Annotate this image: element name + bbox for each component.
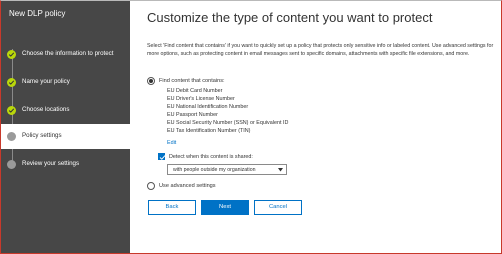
checkmark-icon: [159, 155, 166, 160]
step-label: Choose locations: [22, 106, 70, 113]
cancel-button[interactable]: Cancel: [254, 200, 302, 215]
chevron-down-icon: [278, 168, 283, 172]
step-label: Review your settings: [22, 160, 80, 167]
step-label: Name your policy: [22, 78, 70, 85]
step-choose-locations[interactable]: Choose locations: [1, 98, 130, 123]
current-step-icon: [7, 132, 16, 141]
page-description: Select 'Find content that contains' if y…: [147, 43, 494, 58]
step-label: Choose the information to protect: [22, 50, 114, 57]
info-type-item: EU National Identification Number: [167, 104, 249, 110]
step-label: Policy settings: [22, 132, 62, 139]
detect-shared-checkbox[interactable]: [158, 153, 166, 160]
info-type-item: EU Debit Card Number: [167, 88, 223, 94]
wizard-sidebar: New DLP policy Choose the information to…: [1, 1, 130, 253]
step-choose-information[interactable]: Choose the information to protect: [1, 42, 130, 67]
info-type-item: EU Social Security Number (SSN) or Equiv…: [167, 120, 289, 126]
advanced-settings-label: Use advanced settings: [159, 183, 216, 189]
back-button[interactable]: Back: [148, 200, 196, 215]
dropdown-value: with people outside my organization: [173, 167, 256, 173]
step-name-policy[interactable]: Name your policy: [1, 70, 130, 95]
checkmark-icon: [7, 50, 16, 59]
page-title: Customize the type of content you want t…: [147, 10, 433, 25]
advanced-settings-radio[interactable]: [147, 182, 155, 190]
find-content-label: Find content that contains:: [159, 78, 225, 84]
sharing-scope-dropdown[interactable]: with people outside my organization: [167, 164, 287, 175]
wizard-title: New DLP policy: [9, 9, 66, 18]
info-type-item: EU Tax Identification Number (TIN): [167, 128, 251, 134]
edit-link[interactable]: Edit: [167, 140, 176, 146]
info-type-item: EU Driver's License Number: [167, 96, 235, 102]
info-type-item: EU Passport Number: [167, 112, 218, 118]
step-review-settings[interactable]: Review your settings: [1, 152, 130, 177]
next-button[interactable]: Next: [201, 200, 249, 215]
checkmark-icon: [7, 106, 16, 115]
pending-step-icon: [7, 160, 16, 169]
find-content-radio[interactable]: [147, 77, 155, 85]
step-policy-settings[interactable]: Policy settings: [1, 124, 130, 149]
checkmark-icon: [7, 78, 16, 87]
detect-shared-label: Detect when this content is shared:: [169, 154, 253, 160]
